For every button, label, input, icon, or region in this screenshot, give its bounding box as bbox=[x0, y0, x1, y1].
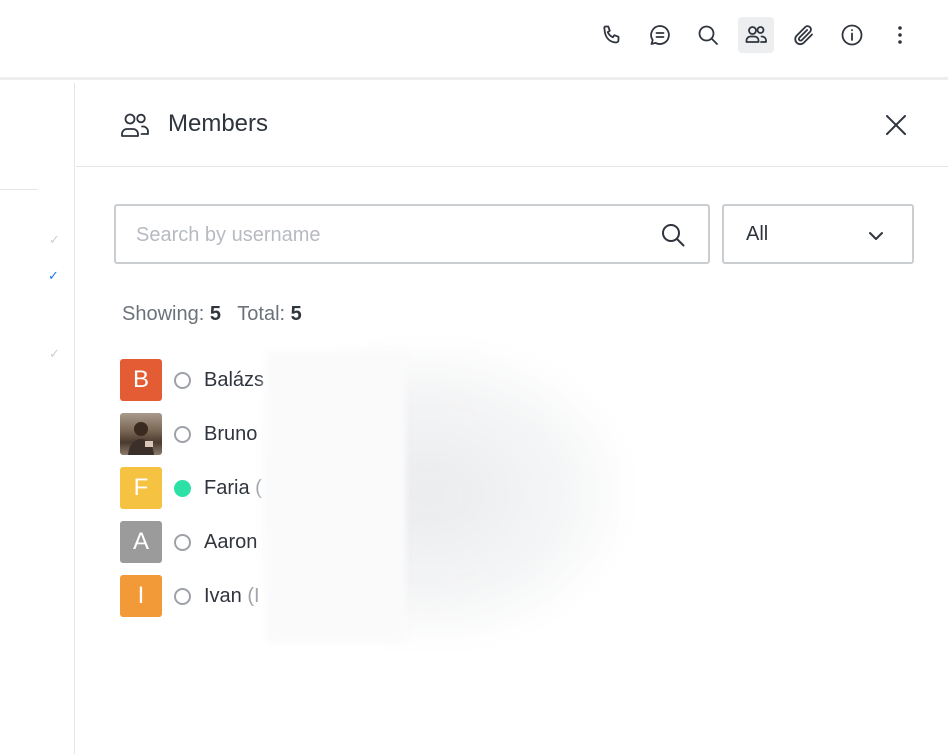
member-name: Faria ( bbox=[204, 477, 262, 500]
members-panel-header: Members bbox=[76, 83, 948, 167]
files-button[interactable] bbox=[786, 17, 822, 53]
search-messages-button[interactable] bbox=[690, 17, 726, 53]
avatar bbox=[120, 413, 162, 455]
avatar: I bbox=[120, 575, 162, 617]
room-info-button[interactable] bbox=[834, 17, 870, 53]
showing-count: 5 bbox=[209, 303, 221, 325]
members-button[interactable] bbox=[738, 17, 774, 53]
sent-check-icon: ✓ bbox=[49, 346, 60, 361]
panel-title: Members bbox=[168, 110, 269, 137]
members-icon bbox=[745, 26, 767, 43]
close-panel-button[interactable] bbox=[882, 111, 910, 139]
discussion-button[interactable] bbox=[642, 17, 678, 53]
member-suffix: ( bbox=[255, 476, 262, 499]
status-indicator bbox=[174, 425, 191, 443]
search-input[interactable] bbox=[136, 220, 636, 250]
close-icon bbox=[886, 115, 906, 135]
read-check-icon: ✓ bbox=[48, 268, 59, 283]
message-area-edge: ✓ ✓ ✓ bbox=[0, 83, 75, 754]
member-username: Aaron bbox=[204, 530, 258, 553]
member-name: Ivan (I bbox=[204, 585, 260, 608]
room-header bbox=[0, 0, 948, 80]
search-icon bbox=[698, 25, 718, 45]
status-indicator bbox=[174, 371, 191, 389]
phone-icon bbox=[603, 25, 620, 44]
avatar: F bbox=[120, 467, 162, 509]
status-indicator bbox=[174, 479, 191, 497]
status-indicator bbox=[174, 587, 191, 605]
members-panel: Members All Showing: 5 Total: 5 B Balázs bbox=[76, 83, 948, 754]
member-counts: Showing: 5 Total: 5 bbox=[122, 303, 302, 326]
member-search-field[interactable] bbox=[114, 204, 710, 264]
sent-check-icon: ✓ bbox=[49, 232, 60, 247]
call-button[interactable] bbox=[594, 17, 630, 53]
members-header-icon bbox=[119, 110, 151, 140]
filter-value: All bbox=[746, 223, 769, 245]
showing-label: Showing: bbox=[122, 303, 205, 325]
member-username: Ivan bbox=[204, 584, 242, 607]
status-filter-select[interactable]: All bbox=[722, 204, 914, 264]
room-toolbar bbox=[582, 17, 918, 53]
attachment-icon bbox=[794, 25, 813, 46]
member-name: Aaron bbox=[204, 531, 257, 554]
kebab-menu-icon bbox=[898, 26, 902, 44]
member-suffix: (I bbox=[247, 584, 260, 607]
avatar: A bbox=[120, 521, 162, 563]
search-icon bbox=[660, 222, 686, 248]
member-username: Faria bbox=[204, 476, 250, 499]
status-indicator bbox=[174, 533, 191, 551]
member-name: Balázs bbox=[204, 369, 264, 392]
chevron-down-icon bbox=[866, 226, 886, 246]
info-icon bbox=[841, 24, 863, 46]
avatar: B bbox=[120, 359, 162, 401]
total-label: Total: bbox=[237, 303, 286, 325]
kebab-menu-button[interactable] bbox=[882, 17, 918, 53]
day-divider bbox=[0, 189, 38, 190]
member-username: Balázs bbox=[204, 368, 265, 391]
total-count: 5 bbox=[290, 303, 302, 325]
discussion-icon bbox=[650, 25, 670, 45]
redaction-blur bbox=[266, 351, 406, 643]
member-username: Bruno bbox=[204, 422, 258, 445]
member-name: Bruno bbox=[204, 423, 257, 446]
